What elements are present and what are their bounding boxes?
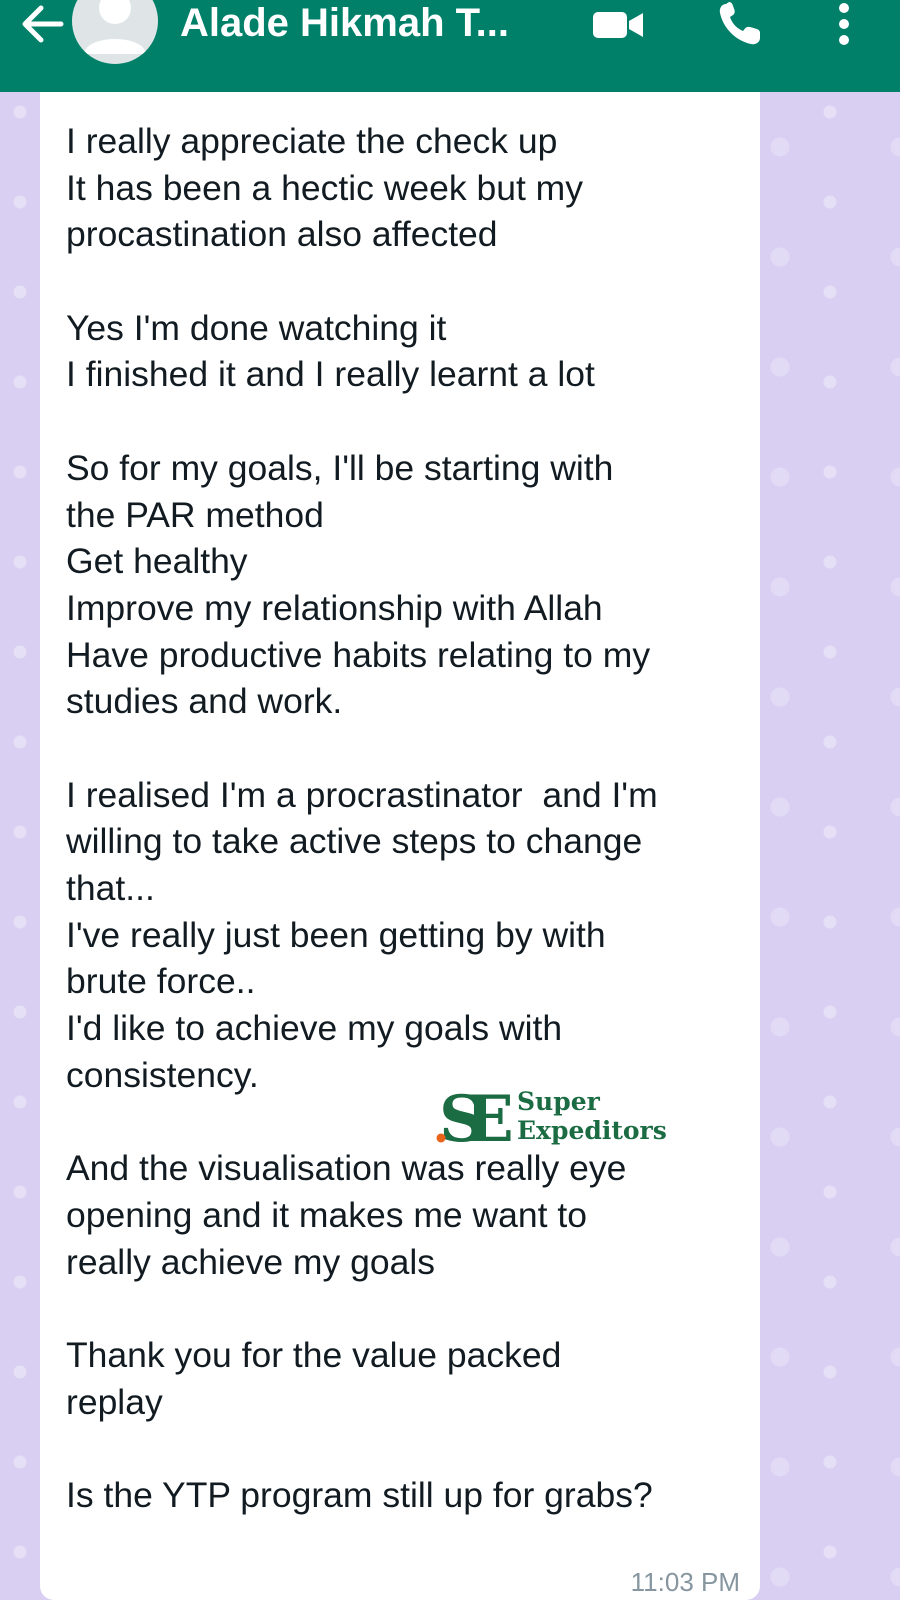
message-bubble[interactable]: I really appreciate the check up It has b… <box>40 92 760 1600</box>
svg-text:E: E <box>465 1085 514 1147</box>
message-text: I really appreciate the check up It has b… <box>66 118 736 1519</box>
super-expeditors-logo-icon: S E <box>436 1085 514 1147</box>
message-line: studies and work. <box>66 681 343 722</box>
chat-header: Alade Hikmah T... <box>0 0 900 92</box>
message-line: I've really just been getting by with <box>66 914 606 955</box>
message-line: I finished it and I really learnt a lot <box>66 354 595 395</box>
message-line: really achieve my goals <box>66 1241 435 1282</box>
message-line: Have productive habits relating to my <box>66 634 651 675</box>
message-line: Improve my relationship with Allah <box>66 587 603 628</box>
message-line: I really appreciate the check up <box>66 121 558 161</box>
message-line: that... <box>66 868 155 908</box>
message-line: Get healthy <box>66 541 248 582</box>
watermark-line-1: Super <box>517 1087 600 1116</box>
back-arrow-icon <box>22 5 64 43</box>
message-line: replay <box>66 1381 163 1422</box>
message-line: the PAR method <box>66 494 324 535</box>
watermark-text: Super Expeditors <box>517 1087 667 1145</box>
phone-icon <box>719 2 760 45</box>
message-line: opening and it makes me want to <box>66 1194 587 1235</box>
back-button[interactable] <box>18 0 66 48</box>
message-line: It has been a hectic week but my <box>66 167 584 208</box>
message-timestamp: 11:03 PM <box>630 1567 740 1597</box>
more-vert-icon <box>839 3 849 45</box>
message-line: willing to take active steps to change <box>66 821 643 862</box>
voice-call-button[interactable] <box>712 0 768 48</box>
avatar[interactable] <box>72 0 158 64</box>
watermark-logo: S E Super Expeditors <box>435 1085 695 1147</box>
message-line: Thank you for the value packed <box>66 1334 562 1375</box>
message-line: Yes I'm done watching it <box>66 307 447 348</box>
contact-name[interactable]: Alade Hikmah T... <box>180 0 509 46</box>
avatar-placeholder-icon <box>84 0 146 54</box>
video-camera-icon <box>593 12 643 38</box>
more-options-button[interactable] <box>822 0 866 48</box>
message-line: brute force.. <box>66 961 256 1002</box>
message-line: procastination also affected <box>66 214 498 255</box>
message-line: Is the YTP program still up for grabs? <box>66 1474 653 1515</box>
message-line: So for my goals, I'll be starting with <box>66 447 614 488</box>
message-line: I'd like to achieve my goals with <box>66 1008 563 1049</box>
message-line: I realised I'm a procrastinator and I'm <box>66 774 658 815</box>
message-line: And the visualisation was really eye <box>66 1148 627 1189</box>
watermark-line-2: Expeditors <box>517 1116 667 1145</box>
video-call-button[interactable] <box>588 0 648 48</box>
